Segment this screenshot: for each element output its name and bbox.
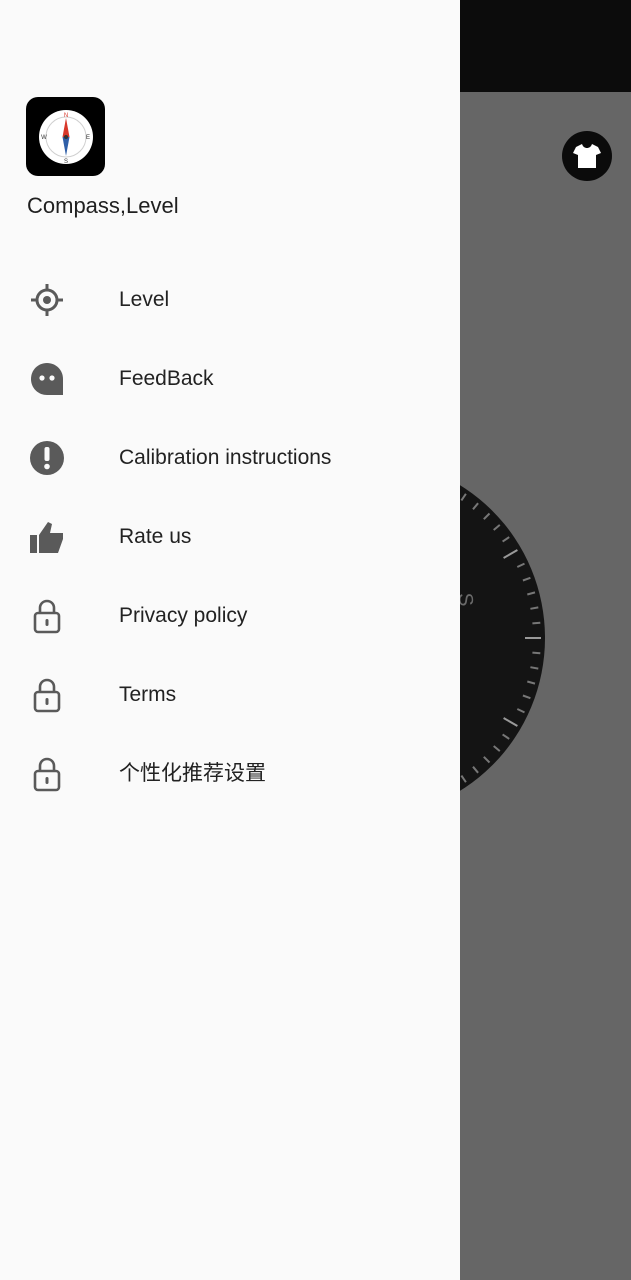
menu-item-label: Rate us: [119, 525, 192, 548]
menu-item-label: Level: [119, 288, 170, 311]
lock-icon: [27, 754, 67, 794]
drawer-menu: Level FeedBack Calibration instructions …: [0, 260, 460, 813]
compass-tick: [532, 621, 541, 625]
feedback-icon: [27, 359, 67, 399]
lock-icon: [27, 596, 67, 636]
menu-item-label: Privacy policy: [119, 604, 248, 627]
compass-tick: [530, 666, 539, 670]
compass-tick: [532, 651, 541, 655]
app-name: Compass,Level: [27, 193, 179, 218]
navigation-drawer: N E S W Compass,Level Level FeedBack Cal…: [0, 0, 460, 1280]
compass-logo-icon: N E S W: [38, 109, 93, 165]
menu-item-label: Terms: [119, 683, 177, 706]
menu-item-label: FeedBack: [119, 367, 214, 390]
crosshair-icon: [27, 280, 67, 320]
shirt-icon: [573, 144, 601, 168]
menu-item-label: Calibration instructions: [119, 446, 332, 469]
logo-letter-n: N: [63, 113, 67, 119]
logo-letter-e: E: [85, 135, 89, 141]
lock-icon: [27, 675, 67, 715]
menu-item-terms[interactable]: Terms: [0, 655, 460, 734]
theme-button[interactable]: [562, 131, 612, 181]
logo-letter-w: W: [41, 135, 47, 141]
thumbs-up-icon: [27, 517, 67, 557]
logo-letter-s: S: [63, 159, 67, 165]
exclamation-icon: [27, 438, 67, 478]
menu-item-personalized-recommendation-settings[interactable]: 个性化推荐设置: [0, 734, 460, 813]
menu-item-rate-us[interactable]: Rate us: [0, 497, 460, 576]
compass-tick: [530, 606, 539, 610]
app-logo: N E S W: [26, 97, 105, 176]
menu-item-label: 个性化推荐设置: [119, 762, 266, 785]
menu-item-level[interactable]: Level: [0, 260, 460, 339]
menu-item-calibration[interactable]: Calibration instructions: [0, 418, 460, 497]
menu-item-privacy-policy[interactable]: Privacy policy: [0, 576, 460, 655]
menu-item-feedback[interactable]: FeedBack: [0, 339, 460, 418]
